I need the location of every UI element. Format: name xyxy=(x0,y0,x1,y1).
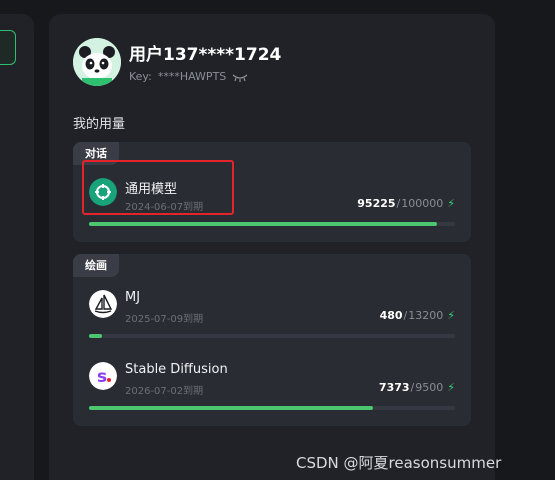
csdn-watermark: CSDN @阿夏reasonsummer xyxy=(296,454,502,472)
usage-progress-bar xyxy=(89,222,455,226)
left-sidebar xyxy=(0,14,34,480)
model-name: Stable Diffusion xyxy=(125,362,228,377)
eye-closed-icon[interactable] xyxy=(232,71,248,83)
usage-card: 用户137****1724 Key: ****HAWPTS 我的用量 对话 通用… xyxy=(49,14,495,480)
usage-progress-fill xyxy=(89,222,438,226)
total-count: 9500 xyxy=(415,381,444,394)
model-usage-count: 480/13200 ⚡ xyxy=(379,309,455,322)
usage-progress-fill xyxy=(89,334,103,338)
group-tag: 绘画 xyxy=(73,254,119,277)
total-count: 13200 xyxy=(408,309,444,322)
used-count: 7373 xyxy=(378,381,410,394)
model-usage-count: 95225/100000 ⚡ xyxy=(357,197,455,210)
panda-avatar-icon[interactable] xyxy=(73,38,121,86)
model-row[interactable]: s Stable Diffusion 2026-07-02到期 7373/950… xyxy=(87,362,457,418)
used-count: 480 xyxy=(379,309,403,322)
model-expire-date: 2025-07-09到期 xyxy=(125,314,204,325)
usage-title: 我的用量 xyxy=(73,117,126,132)
model-name: MJ xyxy=(125,290,141,305)
usage-progress-bar xyxy=(89,334,455,338)
lightning-icon: ⚡ xyxy=(447,381,455,394)
sidebar-button[interactable] xyxy=(0,30,16,65)
lightning-icon: ⚡ xyxy=(447,197,455,210)
model-expire-date: 2026-07-02到期 xyxy=(125,386,204,397)
stability-logo-icon: s xyxy=(89,362,117,390)
usage-progress-fill xyxy=(89,406,374,410)
annotation-highlight-box xyxy=(82,160,234,215)
lightning-icon: ⚡ xyxy=(447,309,455,322)
user-name: 用户137****1724 xyxy=(129,45,282,65)
api-key-row: Key: ****HAWPTS xyxy=(129,70,248,83)
model-usage-count: 7373/9500 ⚡ xyxy=(378,381,455,394)
model-row[interactable]: MJ 2025-07-09到期 480/13200 ⚡ xyxy=(87,290,457,346)
total-count: 100000 xyxy=(401,197,444,210)
midjourney-logo-icon xyxy=(89,290,117,318)
key-label: Key: xyxy=(129,70,152,83)
svg-text:s: s xyxy=(97,367,107,387)
used-count: 95225 xyxy=(357,197,396,210)
group-drawing: 绘画 MJ 2025-07-09到期 480/13200 ⚡ s Stable … xyxy=(73,254,471,426)
key-value: ****HAWPTS xyxy=(157,70,227,83)
usage-progress-bar xyxy=(89,406,455,410)
